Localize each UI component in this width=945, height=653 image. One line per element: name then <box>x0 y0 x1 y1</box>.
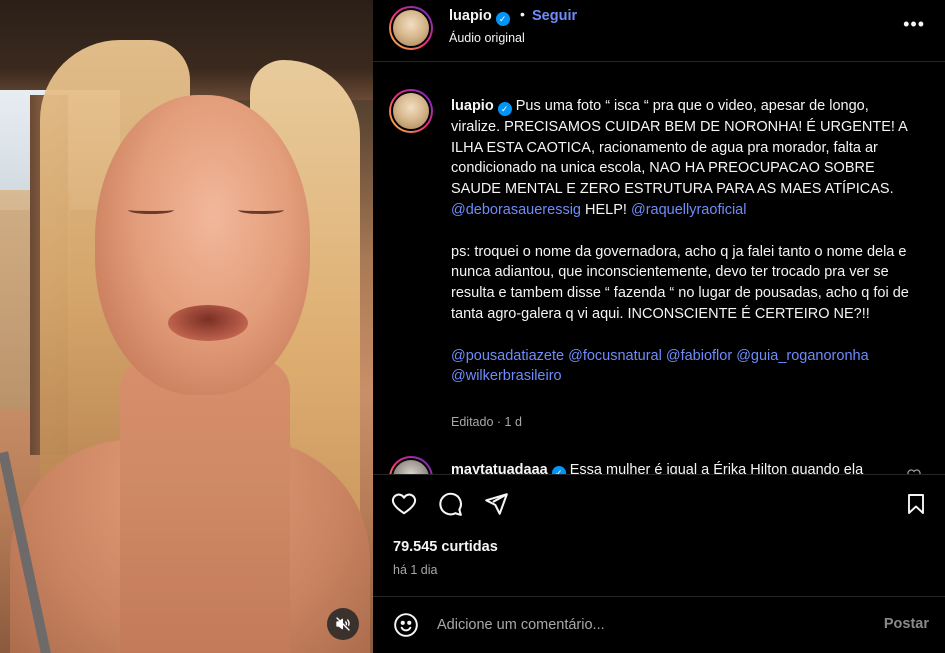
comment-button[interactable] <box>435 489 465 519</box>
verified-badge-icon: ✓ <box>495 12 510 26</box>
face <box>95 95 310 395</box>
separator-dot: • <box>520 6 525 22</box>
caption-body: Pus uma foto “ isca “ pra que o video, a… <box>451 98 908 198</box>
caption-help: HELP! <box>585 201 627 218</box>
bookmark-icon <box>908 494 924 514</box>
follow-button[interactable]: Seguir <box>532 8 577 24</box>
verified-badge-icon: ✓ <box>551 466 566 474</box>
paper-plane-icon <box>485 493 508 515</box>
commenter-avatar[interactable] <box>389 456 433 474</box>
tag-link[interactable]: @fabioflor <box>666 348 732 364</box>
save-button[interactable] <box>901 489 931 519</box>
speaker-muted-icon <box>336 617 350 631</box>
emoji-icon[interactable] <box>393 612 419 638</box>
verified-badge-icon: ✓ <box>497 102 512 116</box>
commenter-username[interactable]: maytatuadaaa <box>451 462 548 474</box>
add-comment-bar: Postar <box>373 596 945 653</box>
post-header: luapio ✓ • Seguir Áudio original ••• <box>373 0 945 62</box>
mouth <box>168 305 248 341</box>
neck <box>120 360 290 653</box>
comment-body: Essa mulher é igual a Érika Hilton quand… <box>569 462 864 474</box>
comment-item: maytatuadaaa ✓ Essa mulher é igual a Érik… <box>389 456 939 474</box>
more-options-icon[interactable]: ••• <box>903 14 925 35</box>
video-player[interactable] <box>0 0 373 653</box>
comments-section[interactable]: luapio ✓ Pus uma foto “ isca “ pra que o … <box>373 63 945 474</box>
share-button[interactable] <box>481 489 511 519</box>
tag-link[interactable]: @focusnatural <box>568 348 662 364</box>
caption-username[interactable]: luapio <box>451 98 494 114</box>
post-sidebar: luapio ✓ • Seguir Áudio original ••• luap… <box>373 0 945 653</box>
tag-link[interactable]: @pousadatiazete <box>451 348 564 364</box>
mute-button[interactable] <box>327 608 359 640</box>
post-actions: 79.545 curtidas há 1 dia <box>373 474 945 604</box>
comment-bubble-icon <box>439 492 462 516</box>
like-button[interactable] <box>389 489 419 519</box>
post-comment-button[interactable]: Postar <box>884 616 929 632</box>
caption-ps: ps: troquei o nome da governadora, acho … <box>451 243 909 322</box>
eye-left <box>128 206 174 214</box>
heart-icon <box>391 493 417 515</box>
eye-right <box>238 206 284 214</box>
comment-text: maytatuadaaa ✓ Essa mulher é igual a Érik… <box>451 462 863 474</box>
mention-link[interactable]: @raquellyraoficial <box>631 202 746 218</box>
comment-input[interactable] <box>437 611 857 639</box>
author-avatar[interactable] <box>389 6 433 50</box>
edited-label: Editado · 1 d <box>451 415 522 429</box>
caption-text: luapio ✓ Pus uma foto “ isca “ pra que o … <box>451 96 921 387</box>
post-modal: luapio ✓ • Seguir Áudio original ••• luap… <box>0 0 945 653</box>
likes-count[interactable]: 79.545 curtidas <box>393 539 498 555</box>
mention-link[interactable]: @deborasaueressig <box>451 202 581 218</box>
post-timestamp[interactable]: há 1 dia <box>393 563 437 577</box>
caption-avatar[interactable] <box>389 89 433 133</box>
tag-link[interactable]: @wilkerbrasileiro <box>451 368 562 384</box>
audio-link[interactable]: Áudio original <box>449 31 525 45</box>
author-username[interactable]: luapio ✓ <box>449 8 510 26</box>
tag-link[interactable]: @guia_roganoronha <box>736 348 868 364</box>
